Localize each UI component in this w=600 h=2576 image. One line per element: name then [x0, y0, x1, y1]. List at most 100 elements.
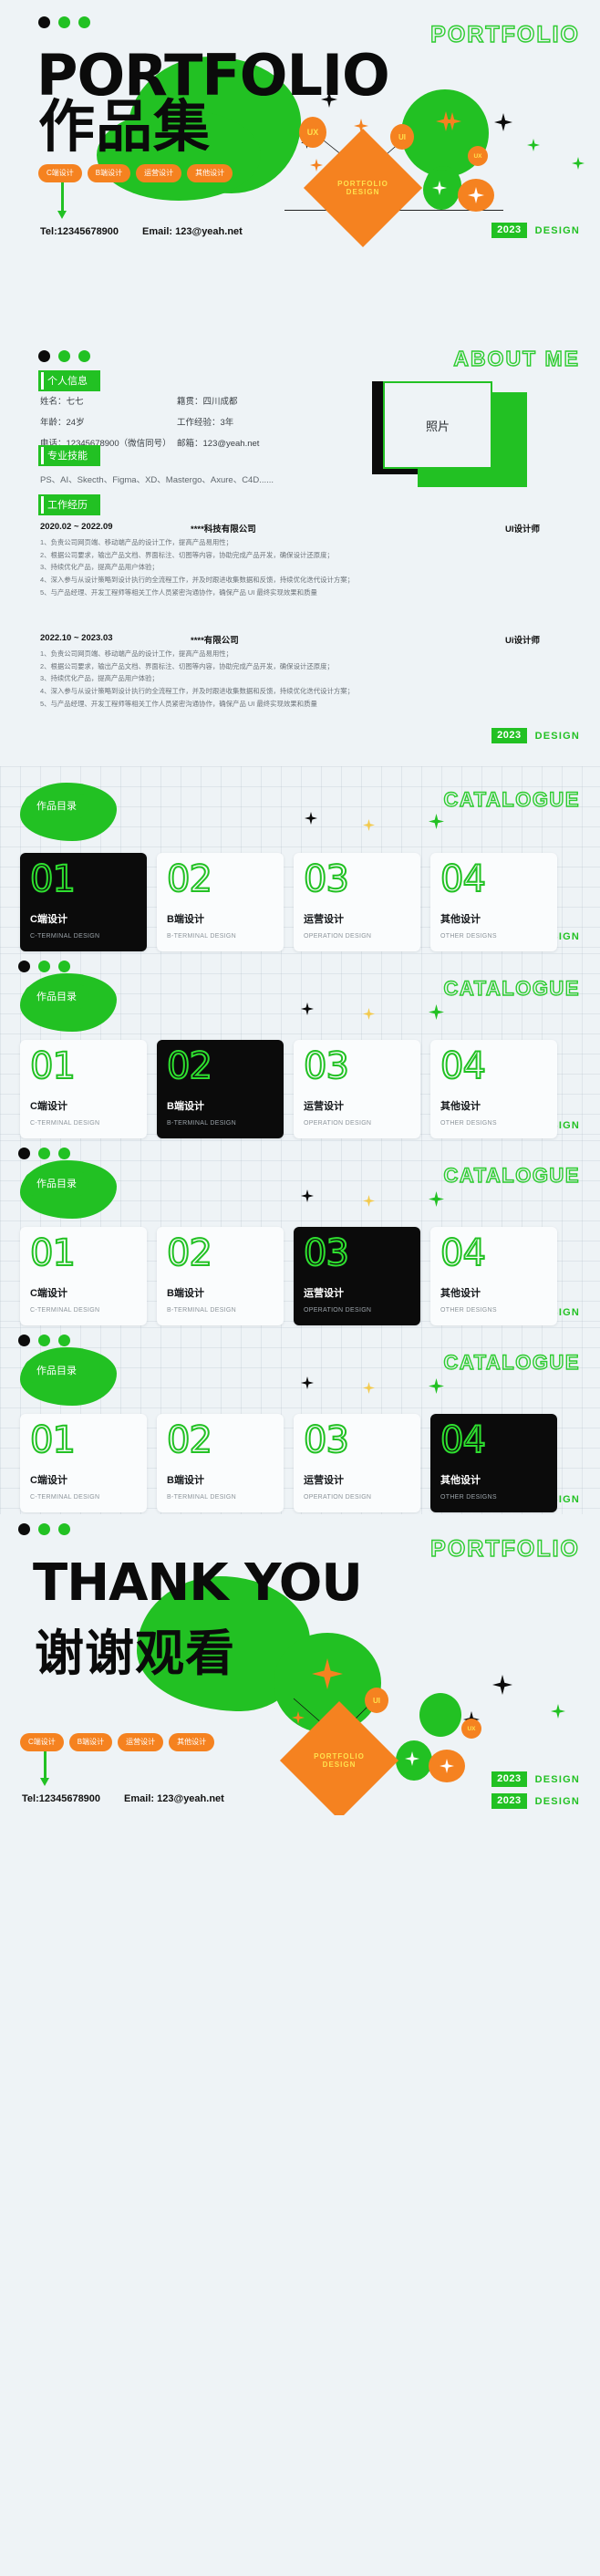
catalogue-card-04[interactable]: 04 其他设计 OTHER DESIGNS — [430, 1227, 557, 1325]
card-title-en: OPERATION DESIGN — [304, 1307, 372, 1314]
slide-about-me-continued: 2022.10 ~ 2023.03 ****有限公司 Ui设计师 1、负责公司网… — [0, 620, 600, 766]
card-number: 04 — [440, 858, 487, 900]
job-header-2: 2022.10 ~ 2023.03 ****有限公司 Ui设计师 — [40, 633, 560, 646]
slide-catalogue-1: 作品目录 CATALOGUE 01 C端设计 C-TERMINAL DESIGN… — [0, 766, 600, 953]
badge-design: DESIGN — [534, 1773, 580, 1785]
catalogue-card-01[interactable]: 01 C端设计 C-TERMINAL DESIGN — [20, 1227, 147, 1325]
card-title-cn: 其他设计 — [440, 1288, 481, 1299]
job-date: 2020.02 ~ 2022.09 — [40, 522, 113, 532]
catalogue-card-02[interactable]: 02 B端设计 B-TERMINAL DESIGN — [157, 853, 284, 951]
card-title-cn: B端设计 — [167, 1101, 204, 1112]
catalogue-card-03[interactable]: 03 运营设计 OPERATION DESIGN — [294, 853, 420, 951]
tag-b-terminal[interactable]: B端设计 — [68, 1733, 113, 1751]
tag-b-terminal[interactable]: B端设计 — [87, 164, 131, 182]
card-title-cn: 运营设计 — [304, 914, 344, 925]
dot-green-icon — [38, 1148, 50, 1159]
dot-black-icon — [38, 16, 50, 28]
catalogue-card-row: 01 C端设计 C-TERMINAL DESIGN 02 B端设计 B-TERM… — [20, 853, 557, 951]
catalogue-card-04[interactable]: 04 其他设计 OTHER DESIGNS — [430, 853, 557, 951]
catalogue-card-02[interactable]: 02 B端设计 B-TERMINAL DESIGN — [157, 1040, 284, 1138]
tag-operation[interactable]: 运营设计 — [118, 1733, 164, 1751]
card-number: 02 — [166, 1045, 213, 1087]
sparkle-icon — [292, 1711, 305, 1724]
slide-about-me: ABOUT ME 个人信息 姓名：七七 籍贯：四川成都 年龄：24岁 工作经验：… — [0, 338, 600, 620]
sparkle-icon — [429, 1191, 444, 1207]
tag-other[interactable]: 其他设计 — [169, 1733, 215, 1751]
photo-frame: 照片 — [372, 381, 545, 487]
badge-ui-bubble: UI — [365, 1688, 388, 1713]
sparkle-icon — [405, 1751, 419, 1766]
sparkle-icon — [301, 1376, 314, 1389]
dot-row — [18, 961, 70, 972]
catalogue-card-01[interactable]: 01 C端设计 C-TERMINAL DESIGN — [20, 1040, 147, 1138]
sparkle-icon — [429, 814, 444, 829]
badge-design: DESIGN — [534, 224, 580, 236]
card-title-en: C-TERMINAL DESIGN — [30, 933, 100, 940]
card-title-en: C-TERMINAL DESIGN — [30, 1307, 100, 1314]
dot-black-icon — [38, 350, 50, 362]
sparkle-icon — [492, 1675, 512, 1695]
badge-year: 2023 — [491, 1793, 527, 1809]
thanks-title-en: THANK YOU — [33, 1553, 363, 1613]
dot-black-icon — [18, 1523, 30, 1535]
tag-c-terminal[interactable]: C端设计 — [20, 1733, 64, 1751]
dot-green-icon — [58, 1335, 70, 1346]
catalogue-pill: 作品目录 — [24, 794, 89, 818]
sparkle-icon — [436, 111, 456, 131]
tag-other[interactable]: 其他设计 — [187, 164, 233, 182]
card-title-cn: 其他设计 — [440, 1475, 481, 1486]
portfolio-deck: PORTFOLIO PORTFOLIO 作品集 UX UI UX PORTFOL… — [0, 0, 600, 1815]
card-title-cn: 运营设计 — [304, 1101, 344, 1112]
card-number: 01 — [29, 1045, 77, 1087]
tag-c-terminal[interactable]: C端设计 — [38, 164, 82, 182]
slide-catalogue-3: 作品目录 CATALOGUE 01 C端设计 C-TERMINAL DESIGN… — [0, 1140, 600, 1327]
catalogue-card-01[interactable]: 01 C端设计 C-TERMINAL DESIGN — [20, 1414, 147, 1512]
dot-green-icon — [78, 350, 90, 362]
card-number: 01 — [29, 1232, 77, 1274]
sparkle-icon — [363, 1195, 375, 1207]
catalogue-card-04[interactable]: 04 其他设计 OTHER DESIGNS — [430, 1040, 557, 1138]
section-experience: 工作经历 — [38, 494, 100, 515]
bullet: 4、深入参与从设计策略到设计执行的全流程工作，并及时跟进收集数据和反馈，持续优化… — [40, 687, 355, 696]
sparkle-icon — [312, 1658, 343, 1689]
card-number: 03 — [303, 1419, 350, 1461]
card-number: 03 — [303, 1232, 350, 1274]
dot-green-icon — [58, 350, 70, 362]
job-company: ****科技有限公司 — [191, 525, 256, 535]
card-title-cn: B端设计 — [167, 1288, 204, 1299]
tag-operation[interactable]: 运营设计 — [136, 164, 182, 182]
badge-design: DESIGN — [534, 730, 580, 742]
dot-green-icon — [38, 1335, 50, 1346]
catalogue-card-02[interactable]: 02 B端设计 B-TERMINAL DESIGN — [157, 1414, 284, 1512]
cover-title-cn: 作品集 — [38, 96, 212, 159]
job-bullets-1: 1、负责公司网页端、移动端产品的设计工作，提高产品易用性； 2、根据公司要求，输… — [40, 536, 569, 598]
arrow-down-icon — [57, 182, 67, 219]
about-footer-badge: 2023 DESIGN — [491, 728, 580, 743]
catalogue-card-03[interactable]: 03 运营设计 OPERATION DESIGN — [294, 1227, 420, 1325]
catalogue-card-02[interactable]: 02 B端设计 B-TERMINAL DESIGN — [157, 1227, 284, 1325]
cover-corner-brand: PORTFOLIO — [429, 21, 580, 47]
sparkle-icon — [363, 1382, 375, 1394]
bullet: 4、深入参与从设计策略到设计执行的全流程工作，并及时跟进收集数据和反馈，持续优化… — [40, 576, 355, 585]
catalogue-card-01[interactable]: 01 C端设计 C-TERMINAL DESIGN — [20, 853, 147, 951]
card-title-cn: 运营设计 — [304, 1288, 344, 1299]
badge-ui-bubble: UI — [390, 124, 414, 150]
badge-year: 2023 — [491, 223, 527, 238]
catalogue-card-row: 01 C端设计 C-TERMINAL DESIGN 02 B端设计 B-TERM… — [20, 1414, 557, 1512]
slide-catalogue-2: 作品目录 CATALOGUE 01 C端设计 C-TERMINAL DESIGN… — [0, 953, 600, 1140]
catalogue-card-03[interactable]: 03 运营设计 OPERATION DESIGN — [294, 1414, 420, 1512]
catalogue-card-03[interactable]: 03 运营设计 OPERATION DESIGN — [294, 1040, 420, 1138]
dot-row — [18, 1335, 70, 1346]
card-number: 04 — [440, 1419, 487, 1461]
dot-black-icon — [18, 1148, 30, 1159]
catalogue-card-04[interactable]: 04 其他设计 OTHER DESIGNS — [430, 1414, 557, 1512]
about-heading: ABOUT ME — [453, 346, 580, 370]
dot-row — [18, 1523, 70, 1535]
dot-green-icon — [78, 16, 90, 28]
badge-ux-bubble: UX — [468, 146, 488, 166]
card-title-cn: C端设计 — [30, 1475, 67, 1486]
dot-green-icon — [38, 961, 50, 972]
sparkle-icon — [551, 1704, 565, 1719]
badge-year: 2023 — [491, 728, 527, 743]
bullet: 5、与产品经理、开发工程师等相关工作人员紧密沟通协作，确保产品 UI 最终实现效… — [40, 587, 317, 597]
